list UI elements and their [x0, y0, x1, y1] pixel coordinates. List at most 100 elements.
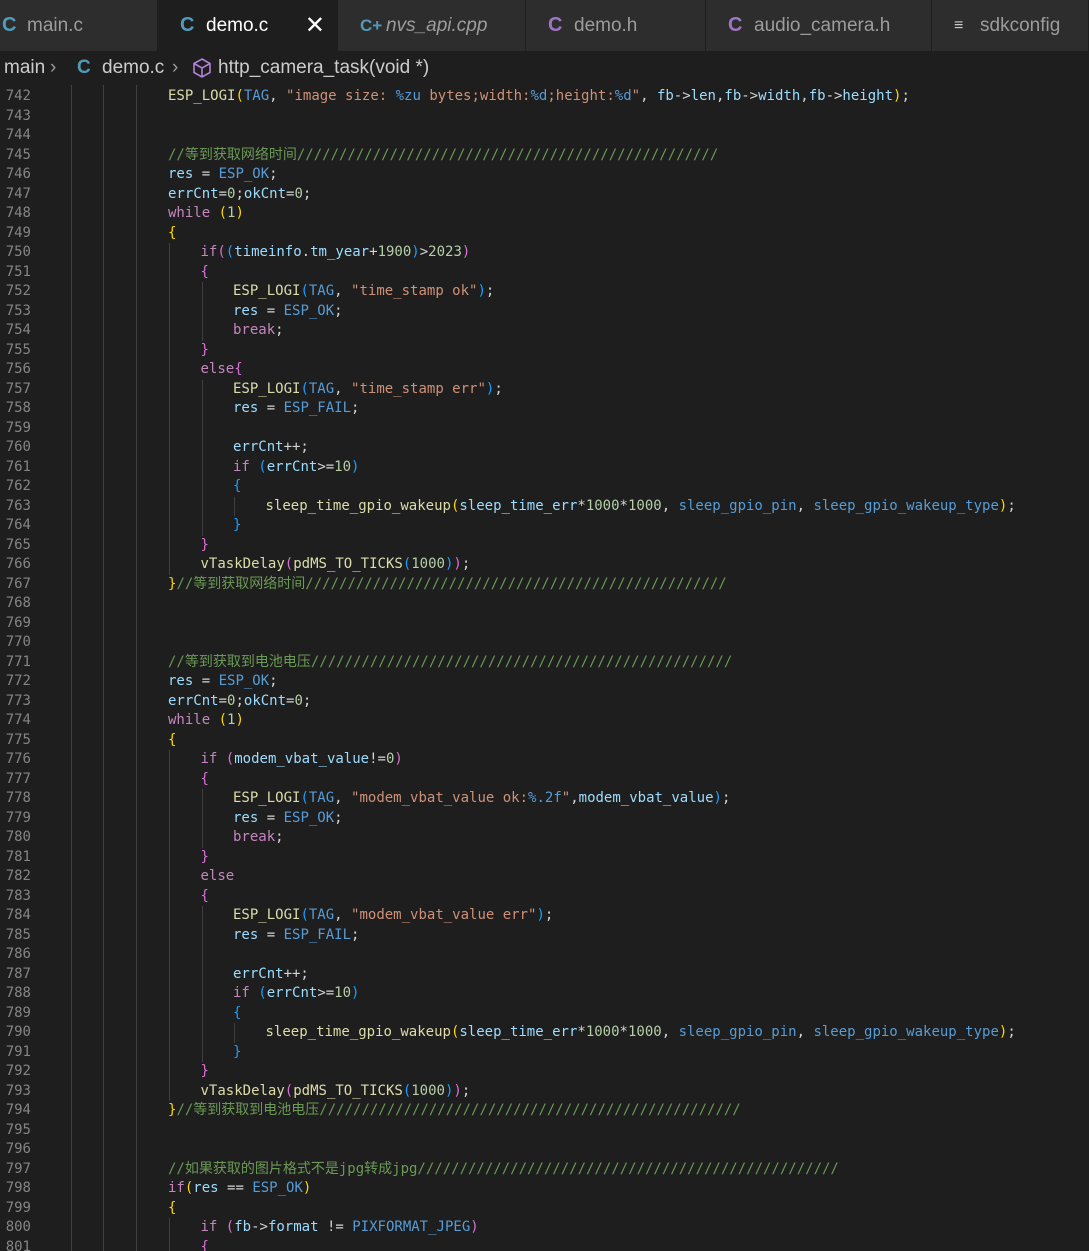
tab-nvs-api-cpp[interactable]: C+ nvs_api.cpp [338, 0, 526, 51]
code-line[interactable]: 747 errCnt=0;okCnt=0; [0, 185, 1089, 205]
tab-bar: Cmain.c Cdemo.c ✕ C+ nvs_api.cpp Cdemo.h Caudi… [0, 0, 1089, 51]
code-line[interactable]: 785 res = ESP_FAIL; [0, 926, 1089, 946]
code-line[interactable]: 755} [0, 341, 1089, 361]
tab-sdkconfig[interactable]: ≡ sdkconfig [932, 0, 1089, 51]
line-number: 770 [5, 634, 31, 650]
code-line[interactable]: 801 { [0, 1238, 1089, 1251]
code-line[interactable]: 779 res = ESP_OK; [0, 809, 1089, 829]
token-identifier: sleep_time_err [459, 1024, 578, 1040]
code-line[interactable]: 768 [0, 594, 1089, 614]
code-line[interactable]: 760 errCnt++; [0, 438, 1089, 458]
line-number: 791 [5, 1043, 31, 1060]
code-line[interactable]: 787 errCnt++; [0, 965, 1089, 985]
token-identifier: sleep_time_err [459, 497, 578, 514]
line-number: 775 [5, 731, 31, 748]
code-line[interactable]: 767}//等到获取网络时间//////////////////////////… [0, 575, 1089, 595]
tab-main-c[interactable]: Cmain.c [0, 0, 158, 51]
code-line[interactable]: 763 sleep_time_gpio_wakeup(sleep_time_err… [0, 497, 1089, 517]
code-text: res = ESP_OK; [233, 809, 343, 829]
code-line[interactable]: 795 [0, 1121, 1089, 1141]
token-bracket: ( [284, 556, 294, 572]
code-editor[interactable]: 742 ESP_LOGI(TAG, "image size: %zu bytes;… [0, 85, 1089, 1251]
code-line[interactable]: 771 //等到获取到电池电压//////////////////////////… [0, 653, 1089, 673]
tab-audio-camera-h[interactable]: Caudio_camera.h [706, 0, 932, 51]
code-line[interactable]: 780 break; [0, 828, 1089, 848]
code-line[interactable]: 784 ESP_LOGI(TAG, "modem_vbat_value err")… [0, 906, 1089, 926]
close-icon[interactable]: ✕ [305, 0, 325, 51]
code-line[interactable]: 759 [0, 419, 1089, 439]
code-line[interactable]: 752 ESP_LOGI(TAG, "time_stamp ok"); [0, 282, 1089, 302]
token-keyword: while [168, 205, 211, 221]
code-line[interactable]: 757 ESP_LOGI(TAG, "time_stamp err"); [0, 380, 1089, 400]
token-operator: = [258, 400, 284, 416]
token-bracket: ) [235, 205, 244, 221]
code-line[interactable]: 750 if((timeinfo.tm_year+1900)>2023) [0, 243, 1089, 263]
code-line[interactable]: 781} [0, 848, 1089, 868]
code-line[interactable]: 756 else{ [0, 360, 1089, 380]
code-line[interactable]: 796 [0, 1140, 1089, 1160]
code-line[interactable]: 777 { [0, 770, 1089, 790]
token-identifier: fb [808, 88, 826, 104]
code-line[interactable]: 776 if (modem_vbat_value!=0) [0, 750, 1089, 770]
token-bracket: ) [453, 1082, 462, 1099]
code-line[interactable]: 751 { [0, 263, 1089, 283]
token-string-literal: "modem_vbat_value ok: [351, 790, 529, 806]
code-line[interactable]: 761 if (errCnt>=10) [0, 458, 1089, 478]
code-line[interactable]: 775 { [0, 731, 1089, 751]
code-line[interactable]: 792} [0, 1062, 1089, 1082]
code-line[interactable]: 770 [0, 633, 1089, 653]
code-line[interactable]: 793 vTaskDelay(pdMS_TO_TICKS(1000)); [0, 1082, 1089, 1102]
token-bracket: ( [300, 790, 309, 806]
line-number: 788 [5, 985, 31, 1001]
code-line[interactable]: 745 //等到获取网络时间///////////////////////////… [0, 146, 1089, 166]
line-number: 745 [5, 146, 31, 163]
code-line[interactable]: 782 else [0, 867, 1089, 887]
code-line[interactable]: 790 sleep_time_gpio_wakeup(sleep_time_err… [0, 1023, 1089, 1043]
tab-demo-c[interactable]: Cdemo.c ✕ [158, 0, 338, 51]
token-macro: %zu [395, 88, 421, 104]
line-number: 761 [5, 458, 31, 475]
code-line[interactable]: 758 res = ESP_FAIL; [0, 399, 1089, 419]
code-line[interactable]: 772 res = ESP_OK; [0, 672, 1089, 692]
token-function-name: vTaskDelay [200, 556, 285, 572]
code-line[interactable]: 748 while (1) [0, 204, 1089, 224]
code-line[interactable]: 769 [0, 614, 1089, 634]
code-line[interactable]: 754 break; [0, 321, 1089, 341]
code-line[interactable]: 788 if (errCnt>=10) [0, 984, 1089, 1004]
code-line[interactable]: 742 ESP_LOGI(TAG, "image size: %zu bytes;… [0, 87, 1089, 107]
code-line[interactable]: 799 { [0, 1199, 1089, 1219]
tab-demo-h[interactable]: Cdemo.h [526, 0, 706, 51]
code-line[interactable]: 800 if (fb->format != PIXFORMAT_JPEG) [0, 1218, 1089, 1238]
breadcrumb-file[interactable]: demo.c [102, 51, 164, 85]
code-line[interactable]: 794}//等到获取到电池电压/////////////////////////… [0, 1101, 1089, 1121]
token-operator: ; [901, 88, 910, 104]
breadcrumb-folder[interactable]: main [4, 51, 45, 85]
code-line[interactable]: 762 { [0, 477, 1089, 497]
code-line[interactable]: 764} [0, 516, 1089, 536]
code-line[interactable]: 749 { [0, 224, 1089, 244]
token-macro: sleep_gpio_pin [678, 1024, 797, 1040]
code-line[interactable]: 786 [0, 945, 1089, 965]
code-line[interactable]: 791} [0, 1043, 1089, 1063]
token-identifier: res [233, 400, 259, 416]
code-line[interactable]: 774 while (1) [0, 711, 1089, 731]
code-line[interactable]: 746 res = ESP_OK; [0, 165, 1089, 185]
token-number-literal: 0 [294, 185, 303, 202]
code-line[interactable]: 766 vTaskDelay(pdMS_TO_TICKS(1000)); [0, 555, 1089, 575]
code-line[interactable]: 765} [0, 536, 1089, 556]
token-keyword: break [233, 829, 276, 845]
code-line[interactable]: 798 if(res == ESP_OK) [0, 1179, 1089, 1199]
code-line[interactable]: 783 { [0, 887, 1089, 907]
code-line[interactable]: 744 [0, 126, 1089, 146]
code-line[interactable]: 797 //如果获取的图片格式不是jpg转成jpg////////////////… [0, 1160, 1089, 1180]
code-line[interactable]: 743 [0, 107, 1089, 127]
code-line[interactable]: 789 { [0, 1004, 1089, 1024]
code-line[interactable]: 753 res = ESP_OK; [0, 302, 1089, 322]
cube-symbol-icon [192, 57, 212, 79]
breadcrumb-symbol[interactable]: http_camera_task(void *) [218, 51, 429, 85]
line-number: 747 [5, 185, 31, 202]
code-line[interactable]: 773 errCnt=0;okCnt=0; [0, 692, 1089, 712]
code-line[interactable]: 778 ESP_LOGI(TAG, "modem_vbat_value ok:%.… [0, 789, 1089, 809]
line-number: 744 [5, 127, 31, 143]
token-operator [210, 712, 218, 728]
